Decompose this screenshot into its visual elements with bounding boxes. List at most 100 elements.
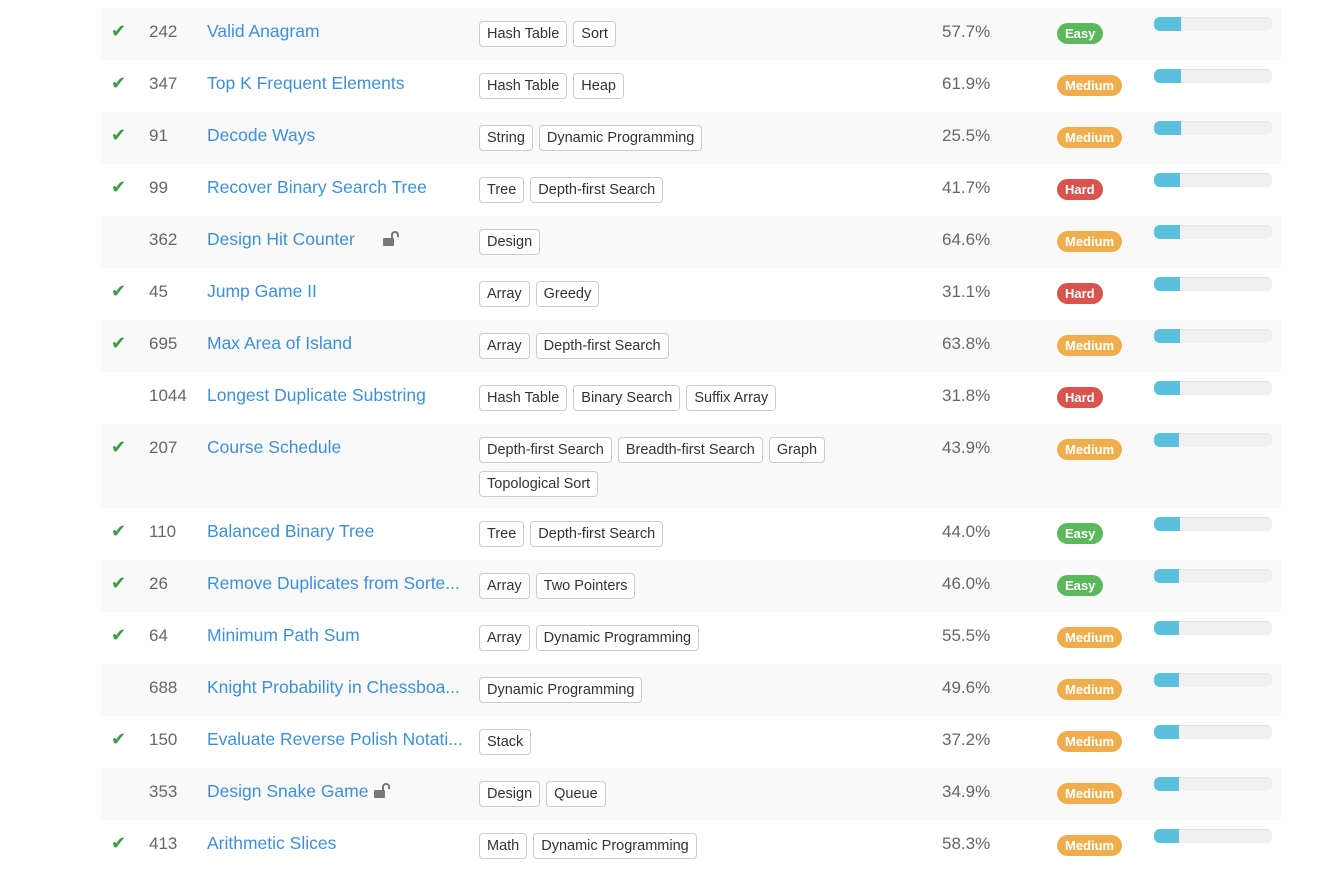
solved-check-icon: ✔ — [111, 177, 127, 197]
problem-title-link[interactable]: Evaluate Reverse Polish Notati... — [207, 729, 463, 750]
tag[interactable]: Array — [479, 333, 530, 359]
tag[interactable]: Array — [479, 573, 530, 599]
frequency-fill — [1154, 225, 1180, 239]
solved-check-icon: ✔ — [111, 833, 127, 853]
table-row: ✔ 150 Evaluate Reverse Polish Notati... … — [101, 716, 1281, 768]
acceptance-rate: 31.8% — [942, 386, 991, 405]
tag[interactable]: Two Pointers — [535, 573, 636, 599]
table-row: 353 Design Snake Game Design Queue 34.9% … — [101, 768, 1281, 820]
acceptance-rate: 31.1% — [942, 282, 991, 301]
acceptance-rate: 55.5% — [942, 626, 991, 645]
problem-title-link[interactable]: Design Snake Game — [207, 781, 368, 802]
frequency-bar — [1154, 777, 1272, 791]
frequency-fill — [1154, 777, 1179, 791]
tag[interactable]: Binary Search — [573, 385, 681, 411]
tag[interactable]: Dynamic Programming — [479, 677, 643, 703]
tag[interactable]: Queue — [546, 781, 606, 807]
problem-title-link[interactable]: Arithmetic Slices — [207, 833, 336, 854]
tag[interactable]: Array — [479, 281, 530, 307]
tag[interactable]: Array — [479, 625, 530, 651]
problem-title-link[interactable]: Design Hit Counter — [207, 229, 355, 250]
frequency-bar — [1154, 17, 1272, 31]
tag[interactable]: Greedy — [535, 281, 600, 307]
tag[interactable]: Graph — [768, 437, 826, 463]
table-row: ✔ 91 Decode Ways String Dynamic Programmi… — [101, 112, 1281, 164]
problem-id: 26 — [149, 574, 168, 593]
problem-title-link[interactable]: Jump Game II — [207, 281, 317, 302]
tag[interactable]: String — [479, 125, 533, 151]
tag[interactable]: Hash Table — [479, 73, 568, 99]
difficulty-badge: Medium — [1057, 835, 1123, 856]
tag[interactable]: Depth-first Search — [535, 333, 669, 359]
tag[interactable]: Depth-first Search — [530, 521, 664, 547]
table-row: ✔ 99 Recover Binary Search Tree Tree Dept… — [101, 164, 1281, 216]
tag-list: Hash Table Binary Search Suffix Array — [479, 385, 879, 411]
difficulty-badge: Easy — [1057, 523, 1104, 544]
solved-check-icon: ✔ — [111, 625, 127, 645]
tag-list: Hash Table Heap — [479, 73, 879, 99]
tag[interactable]: Depth-first Search — [530, 177, 664, 203]
problem-title-link[interactable]: Max Area of Island — [207, 333, 352, 354]
tag[interactable]: Hash Table — [479, 21, 568, 47]
tag-list: Hash Table Sort — [479, 21, 879, 47]
problem-title-link[interactable]: Remove Duplicates from Sorte... — [207, 573, 460, 594]
problem-title-link[interactable]: Decode Ways — [207, 125, 315, 146]
frequency-bar — [1154, 225, 1272, 239]
acceptance-rate: 61.9% — [942, 74, 991, 93]
tag[interactable]: Design — [479, 781, 541, 807]
problem-id: 353 — [149, 782, 178, 801]
tag[interactable]: Suffix Array — [686, 385, 777, 411]
difficulty-badge: Medium — [1057, 731, 1123, 752]
frequency-bar — [1154, 329, 1272, 343]
solved-check-icon: ✔ — [111, 21, 127, 41]
frequency-fill — [1154, 329, 1180, 343]
tag[interactable]: Hash Table — [479, 385, 568, 411]
problem-title-link[interactable]: Course Schedule — [207, 437, 341, 458]
tag[interactable]: Dynamic Programming — [535, 625, 700, 651]
acceptance-rate: 64.6% — [942, 230, 991, 249]
tag[interactable]: Dynamic Programming — [538, 125, 703, 151]
problem-title-link[interactable]: Recover Binary Search Tree — [207, 177, 427, 198]
problem-title-link[interactable]: Longest Duplicate Substring — [207, 385, 426, 406]
difficulty-badge: Hard — [1057, 179, 1103, 200]
tag-list: String Dynamic Programming — [479, 125, 879, 151]
tag[interactable]: Breadth-first Search — [617, 437, 763, 463]
difficulty-badge: Medium — [1057, 335, 1123, 356]
table-row: ✔ 413 Arithmetic Slices Math Dynamic Prog… — [101, 820, 1281, 872]
frequency-bar — [1154, 673, 1272, 687]
problem-title-link[interactable]: Balanced Binary Tree — [207, 521, 374, 542]
difficulty-badge: Easy — [1057, 23, 1104, 44]
problem-id: 362 — [149, 230, 178, 249]
problem-title-link[interactable]: Top K Frequent Elements — [207, 73, 404, 94]
tag[interactable]: Tree — [479, 177, 525, 203]
tag[interactable]: Dynamic Programming — [533, 833, 697, 859]
unlock-icon — [382, 231, 400, 252]
tag[interactable]: Depth-first Search — [479, 437, 612, 463]
tag[interactable]: Design — [479, 229, 541, 255]
acceptance-rate: 58.3% — [942, 834, 991, 853]
problem-title-link[interactable]: Knight Probability in Chessboa... — [207, 677, 460, 698]
difficulty-badge: Medium — [1057, 231, 1123, 252]
problem-id: 45 — [149, 282, 168, 301]
difficulty-badge: Hard — [1057, 283, 1103, 304]
problem-title-link[interactable]: Valid Anagram — [207, 21, 320, 42]
frequency-fill — [1154, 121, 1182, 135]
acceptance-rate: 41.7% — [942, 178, 991, 197]
difficulty-badge: Medium — [1057, 75, 1123, 96]
problem-id: 150 — [149, 730, 178, 749]
frequency-bar — [1154, 69, 1272, 83]
tag-list: Dynamic Programming — [479, 677, 879, 703]
tag[interactable]: Sort — [573, 21, 616, 47]
table-row: ✔ 347 Top K Frequent Elements Hash Table… — [101, 60, 1281, 112]
solved-check-icon: ✔ — [111, 521, 127, 541]
tag[interactable]: Stack — [479, 729, 532, 755]
tag[interactable]: Topological Sort — [479, 471, 599, 497]
tag[interactable]: Heap — [573, 73, 624, 99]
tag[interactable]: Math — [479, 833, 528, 859]
tag[interactable]: Tree — [479, 521, 525, 547]
table-row: ✔ 242 Valid Anagram Hash Table Sort 57.7%… — [101, 8, 1281, 60]
frequency-bar — [1154, 121, 1272, 135]
frequency-bar — [1154, 829, 1272, 843]
frequency-fill — [1154, 69, 1182, 83]
problem-title-link[interactable]: Minimum Path Sum — [207, 625, 360, 646]
